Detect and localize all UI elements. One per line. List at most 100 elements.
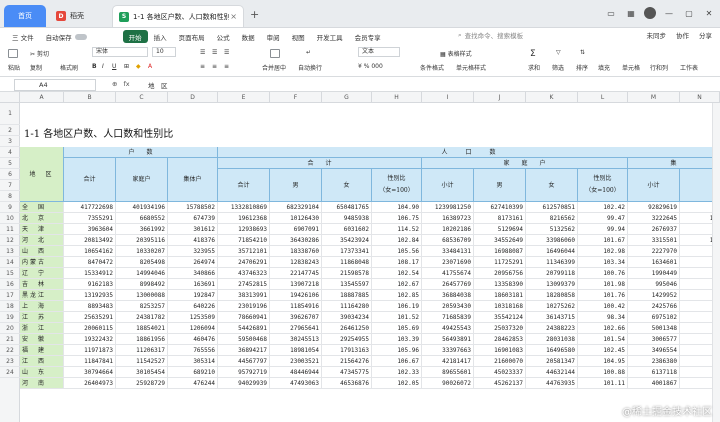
data-cell[interactable]: 16901083 <box>474 345 526 356</box>
row-header[interactable]: 23 <box>0 356 20 367</box>
wrap-icon[interactable]: ↵ <box>306 49 311 56</box>
region-cell[interactable]: 江 西 <box>20 356 64 367</box>
data-cell[interactable]: 43746323 <box>218 268 270 279</box>
header-collective-hh[interactable]: 集体户 <box>168 158 218 202</box>
data-cell[interactable]: 26461250 <box>322 323 372 334</box>
data-cell[interactable]: 640226 <box>168 301 218 312</box>
data-cell[interactable]: 8205498 <box>116 257 168 268</box>
region-cell[interactable]: 福 建 <box>20 345 64 356</box>
data-cell[interactable]: 36884038 <box>422 290 474 301</box>
bold-button[interactable]: B <box>92 63 97 70</box>
data-cell[interactable]: 101.76 <box>578 290 628 301</box>
menu-review[interactable]: 审阅 <box>261 30 286 43</box>
data-cell[interactable]: 54426891 <box>218 323 270 334</box>
data-cell[interactable]: 28031038 <box>526 334 578 345</box>
data-cell[interactable]: 56493891 <box>422 334 474 345</box>
data-cell[interactable]: 42181417 <box>422 356 474 367</box>
menu-developer[interactable]: 开发工具 <box>311 30 349 43</box>
underline-button[interactable]: U <box>112 63 116 70</box>
header-female[interactable]: 女 <box>322 169 372 202</box>
data-cell[interactable]: 103.34 <box>578 257 628 268</box>
data-cell[interactable]: 71685839 <box>422 312 474 323</box>
region-cell[interactable]: 辽 宁 <box>20 268 64 279</box>
zoom-icon[interactable]: ⊕ <box>112 80 117 88</box>
data-cell[interactable]: 301612 <box>168 224 218 235</box>
data-cell[interactable]: 102.85 <box>372 290 422 301</box>
data-cell[interactable]: 682329104 <box>270 202 322 213</box>
data-cell[interactable]: 30245513 <box>270 334 322 345</box>
menu-start[interactable]: 开始 <box>122 30 148 43</box>
data-cell[interactable]: 18981054 <box>270 345 322 356</box>
data-cell[interactable]: 5001348 <box>628 323 680 334</box>
data-cell[interactable]: 27452815 <box>218 279 270 290</box>
data-cell[interactable]: 27965641 <box>270 323 322 334</box>
row-header[interactable]: 20 <box>0 323 20 334</box>
row-header[interactable]: 2 <box>0 125 20 136</box>
region-cell[interactable]: 浙 江 <box>20 323 64 334</box>
data-cell[interactable]: 19612368 <box>218 213 270 224</box>
copy-button[interactable]: 复制 <box>30 63 42 72</box>
data-cell[interactable]: 106.75 <box>372 213 422 224</box>
border-icon[interactable]: ⊞ <box>124 63 129 70</box>
share-button[interactable]: 分享 <box>699 30 712 40</box>
data-cell[interactable]: 13000088 <box>116 290 168 301</box>
row-header[interactable]: 18 <box>0 301 20 312</box>
data-cell[interactable]: 8216562 <box>526 213 578 224</box>
data-cell[interactable]: 22147745 <box>270 268 322 279</box>
data-cell[interactable]: 9162183 <box>64 279 116 290</box>
data-cell[interactable]: 765556 <box>168 345 218 356</box>
column-header-j[interactable]: J <box>474 92 526 103</box>
data-cell[interactable]: 2676937 <box>628 224 680 235</box>
data-cell[interactable]: 20813492 <box>64 235 116 246</box>
data-cell[interactable]: 13358390 <box>474 279 526 290</box>
data-cell[interactable]: 44763935 <box>526 378 578 389</box>
menu-file[interactable]: 三 文件 <box>6 30 40 43</box>
sum-icon[interactable]: Σ <box>530 49 536 59</box>
data-cell[interactable]: 101.98 <box>578 279 628 290</box>
data-cell[interactable]: 3496554 <box>628 345 680 356</box>
data-cell[interactable]: 418376 <box>168 235 218 246</box>
data-cell[interactable]: 21600070 <box>474 356 526 367</box>
data-cell[interactable]: 1332810869 <box>218 202 270 213</box>
merge-button[interactable]: 合并居中 <box>262 63 286 72</box>
data-cell[interactable]: 2227970 <box>628 246 680 257</box>
data-cell[interactable]: 101.11 <box>578 378 628 389</box>
data-cell[interactable]: 26404973 <box>64 378 116 389</box>
data-cell[interactable]: 401934196 <box>116 202 168 213</box>
data-cell[interactable]: 340866 <box>168 268 218 279</box>
menu-data[interactable]: 数据 <box>236 30 261 43</box>
merge-icon[interactable] <box>270 49 282 58</box>
menu-formula[interactable]: 公式 <box>211 30 236 43</box>
data-cell[interactable]: 101.67 <box>578 235 628 246</box>
data-cell[interactable]: 12938693 <box>218 224 270 235</box>
data-cell[interactable]: 8470472 <box>64 257 116 268</box>
data-cell[interactable]: 23003521 <box>270 356 322 367</box>
data-cell[interactable]: 1206094 <box>168 323 218 334</box>
data-cell[interactable]: 689210 <box>168 367 218 378</box>
data-cell[interactable]: 11868048 <box>322 257 372 268</box>
data-cell[interactable]: 68536709 <box>422 235 474 246</box>
sort-icon[interactable]: ⇅ <box>580 49 585 56</box>
data-cell[interactable]: 25928729 <box>116 378 168 389</box>
align-bottom-icon[interactable]: ☰ <box>224 49 229 56</box>
data-cell[interactable]: 23071690 <box>422 257 474 268</box>
rowcol-button[interactable]: 行和列 <box>650 63 668 72</box>
data-cell[interactable]: 11847841 <box>64 356 116 367</box>
close-window-icon[interactable]: ✕ <box>702 6 716 20</box>
column-header-e[interactable]: E <box>218 92 270 103</box>
data-cell[interactable]: 102.67 <box>372 279 422 290</box>
font-select[interactable]: 宋体 <box>92 47 148 57</box>
data-cell[interactable]: 5132562 <box>526 224 578 235</box>
table-style-button[interactable]: ▦ 表格样式 <box>440 49 472 58</box>
data-cell[interactable]: 44632144 <box>526 367 578 378</box>
data-cell[interactable]: 19426106 <box>270 290 322 301</box>
data-cell[interactable]: 102.05 <box>372 378 422 389</box>
region-cell[interactable]: 北 京 <box>20 213 64 224</box>
row-header[interactable]: 4 <box>0 147 20 158</box>
data-cell[interactable]: 1429952 <box>628 290 680 301</box>
header-family-ratio[interactable]: 性别比 （女=100） <box>578 169 628 202</box>
data-cell[interactable]: 89655601 <box>422 367 474 378</box>
data-cell[interactable]: 38313991 <box>218 290 270 301</box>
region-cell[interactable]: 江 苏 <box>20 312 64 323</box>
select-all-corner[interactable] <box>0 92 20 103</box>
